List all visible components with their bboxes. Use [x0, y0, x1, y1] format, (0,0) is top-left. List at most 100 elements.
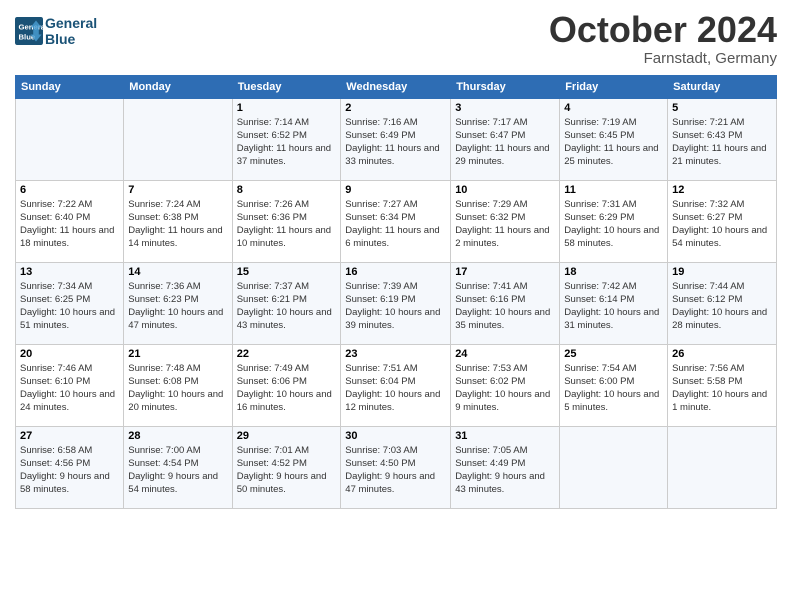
calendar-cell: 18 Sunrise: 7:42 AM Sunset: 6:14 PM Dayli… [560, 262, 668, 344]
day-info: Sunrise: 7:44 AM Sunset: 6:12 PM Dayligh… [672, 280, 772, 333]
day-info: Sunrise: 7:36 AM Sunset: 6:23 PM Dayligh… [128, 280, 227, 333]
calendar-cell: 5 Sunrise: 7:21 AM Sunset: 6:43 PM Daylig… [668, 98, 777, 180]
day-info: Sunrise: 7:42 AM Sunset: 6:14 PM Dayligh… [564, 280, 663, 333]
logo: General Blue General Blue [15, 15, 97, 47]
calendar-cell: 17 Sunrise: 7:41 AM Sunset: 6:16 PM Dayli… [451, 262, 560, 344]
calendar-cell: 11 Sunrise: 7:31 AM Sunset: 6:29 PM Dayli… [560, 180, 668, 262]
calendar-cell: 29 Sunrise: 7:01 AM Sunset: 4:52 PM Dayli… [232, 426, 341, 508]
day-info: Sunrise: 7:32 AM Sunset: 6:27 PM Dayligh… [672, 198, 772, 251]
day-info: Sunrise: 7:21 AM Sunset: 6:43 PM Dayligh… [672, 116, 772, 169]
calendar-row-2: 13 Sunrise: 7:34 AM Sunset: 6:25 PM Dayli… [16, 262, 777, 344]
day-info: Sunrise: 7:41 AM Sunset: 6:16 PM Dayligh… [455, 280, 555, 333]
calendar-cell [124, 98, 232, 180]
weekday-header-friday: Friday [560, 75, 668, 98]
calendar-cell: 30 Sunrise: 7:03 AM Sunset: 4:50 PM Dayli… [341, 426, 451, 508]
day-info: Sunrise: 7:48 AM Sunset: 6:08 PM Dayligh… [128, 362, 227, 415]
day-number: 7 [128, 184, 227, 196]
day-info: Sunrise: 7:01 AM Sunset: 4:52 PM Dayligh… [237, 444, 337, 497]
day-info: Sunrise: 7:27 AM Sunset: 6:34 PM Dayligh… [345, 198, 446, 251]
calendar-cell: 10 Sunrise: 7:29 AM Sunset: 6:32 PM Dayli… [451, 180, 560, 262]
calendar-cell: 28 Sunrise: 7:00 AM Sunset: 4:54 PM Dayli… [124, 426, 232, 508]
day-info: Sunrise: 7:22 AM Sunset: 6:40 PM Dayligh… [20, 198, 119, 251]
calendar-row-3: 20 Sunrise: 7:46 AM Sunset: 6:10 PM Dayli… [16, 344, 777, 426]
weekday-header-thursday: Thursday [451, 75, 560, 98]
header: General Blue General Blue October 2024 F… [15, 10, 777, 67]
day-info: Sunrise: 7:51 AM Sunset: 6:04 PM Dayligh… [345, 362, 446, 415]
day-number: 29 [237, 430, 337, 442]
day-info: Sunrise: 7:37 AM Sunset: 6:21 PM Dayligh… [237, 280, 337, 333]
day-number: 25 [564, 348, 663, 360]
day-info: Sunrise: 7:49 AM Sunset: 6:06 PM Dayligh… [237, 362, 337, 415]
day-number: 14 [128, 266, 227, 278]
calendar-cell: 12 Sunrise: 7:32 AM Sunset: 6:27 PM Dayli… [668, 180, 777, 262]
day-number: 26 [672, 348, 772, 360]
day-number: 13 [20, 266, 119, 278]
calendar-cell: 26 Sunrise: 7:56 AM Sunset: 5:58 PM Dayli… [668, 344, 777, 426]
day-number: 31 [455, 430, 555, 442]
day-number: 17 [455, 266, 555, 278]
logo-icon: General Blue [15, 17, 43, 45]
logo-text: General Blue [45, 15, 97, 47]
day-number: 12 [672, 184, 772, 196]
calendar-cell: 21Sunrise: 7:48 AM Sunset: 6:08 PM Dayli… [124, 344, 232, 426]
day-number: 6 [20, 184, 119, 196]
calendar-cell: 2Sunrise: 7:16 AM Sunset: 6:49 PM Daylig… [341, 98, 451, 180]
title-block: October 2024 Farnstadt, Germany [549, 10, 777, 67]
day-number: 22 [237, 348, 337, 360]
day-number: 11 [564, 184, 663, 196]
calendar-row-0: 1Sunrise: 7:14 AM Sunset: 6:52 PM Daylig… [16, 98, 777, 180]
day-info: Sunrise: 7:34 AM Sunset: 6:25 PM Dayligh… [20, 280, 119, 333]
day-info: Sunrise: 7:54 AM Sunset: 6:00 PM Dayligh… [564, 362, 663, 415]
day-info: Sunrise: 7:56 AM Sunset: 5:58 PM Dayligh… [672, 362, 772, 415]
day-info: Sunrise: 7:17 AM Sunset: 6:47 PM Dayligh… [455, 116, 555, 169]
day-info: Sunrise: 7:00 AM Sunset: 4:54 PM Dayligh… [128, 444, 227, 497]
month-title: October 2024 [549, 10, 777, 50]
calendar-cell: 14 Sunrise: 7:36 AM Sunset: 6:23 PM Dayli… [124, 262, 232, 344]
calendar-cell [16, 98, 124, 180]
weekday-header-row: SundayMondayTuesdayWednesdayThursdayFrid… [16, 75, 777, 98]
calendar-row-1: 6 Sunrise: 7:22 AM Sunset: 6:40 PM Daylig… [16, 180, 777, 262]
calendar-cell: 22 Sunrise: 7:49 AM Sunset: 6:06 PM Dayli… [232, 344, 341, 426]
main-container: General Blue General Blue October 2024 F… [0, 0, 792, 514]
calendar-cell: 7Sunrise: 7:24 AM Sunset: 6:38 PM Daylig… [124, 180, 232, 262]
calendar-cell: 23 Sunrise: 7:51 AM Sunset: 6:04 PM Dayli… [341, 344, 451, 426]
day-number: 24 [455, 348, 555, 360]
day-number: 28 [128, 430, 227, 442]
calendar-table: SundayMondayTuesdayWednesdayThursdayFrid… [15, 75, 777, 509]
calendar-cell [668, 426, 777, 508]
day-number: 23 [345, 348, 446, 360]
calendar-cell: 24 Sunrise: 7:53 AM Sunset: 6:02 PM Dayli… [451, 344, 560, 426]
day-number: 30 [345, 430, 446, 442]
day-number: 19 [672, 266, 772, 278]
calendar-cell: 25 Sunrise: 7:54 AM Sunset: 6:00 PM Dayli… [560, 344, 668, 426]
day-info: Sunrise: 7:26 AM Sunset: 6:36 PM Dayligh… [237, 198, 337, 251]
weekday-header-saturday: Saturday [668, 75, 777, 98]
day-info: Sunrise: 7:05 AM Sunset: 4:49 PM Dayligh… [455, 444, 555, 497]
day-number: 10 [455, 184, 555, 196]
day-info: Sunrise: 7:03 AM Sunset: 4:50 PM Dayligh… [345, 444, 446, 497]
day-number: 9 [345, 184, 446, 196]
day-info: Sunrise: 7:31 AM Sunset: 6:29 PM Dayligh… [564, 198, 663, 251]
day-number: 15 [237, 266, 337, 278]
weekday-header-monday: Monday [124, 75, 232, 98]
day-info: Sunrise: 7:14 AM Sunset: 6:52 PM Dayligh… [237, 116, 337, 169]
day-number: 18 [564, 266, 663, 278]
calendar-cell: 8Sunrise: 7:26 AM Sunset: 6:36 PM Daylig… [232, 180, 341, 262]
day-number: 27 [20, 430, 119, 442]
calendar-cell: 9 Sunrise: 7:27 AM Sunset: 6:34 PM Daylig… [341, 180, 451, 262]
calendar-cell: 3 Sunrise: 7:17 AM Sunset: 6:47 PM Daylig… [451, 98, 560, 180]
calendar-cell: 31 Sunrise: 7:05 AM Sunset: 4:49 PM Dayli… [451, 426, 560, 508]
day-number: 2 [345, 102, 446, 114]
calendar-cell: 20 Sunrise: 7:46 AM Sunset: 6:10 PM Dayli… [16, 344, 124, 426]
day-number: 3 [455, 102, 555, 114]
day-number: 20 [20, 348, 119, 360]
weekday-header-sunday: Sunday [16, 75, 124, 98]
day-info: Sunrise: 7:46 AM Sunset: 6:10 PM Dayligh… [20, 362, 119, 415]
calendar-cell: 13 Sunrise: 7:34 AM Sunset: 6:25 PM Dayli… [16, 262, 124, 344]
calendar-cell: 4Sunrise: 7:19 AM Sunset: 6:45 PM Daylig… [560, 98, 668, 180]
day-number: 5 [672, 102, 772, 114]
calendar-row-4: 27Sunrise: 6:58 AM Sunset: 4:56 PM Dayli… [16, 426, 777, 508]
day-info: Sunrise: 7:29 AM Sunset: 6:32 PM Dayligh… [455, 198, 555, 251]
day-info: Sunrise: 7:53 AM Sunset: 6:02 PM Dayligh… [455, 362, 555, 415]
calendar-cell: 19 Sunrise: 7:44 AM Sunset: 6:12 PM Dayli… [668, 262, 777, 344]
